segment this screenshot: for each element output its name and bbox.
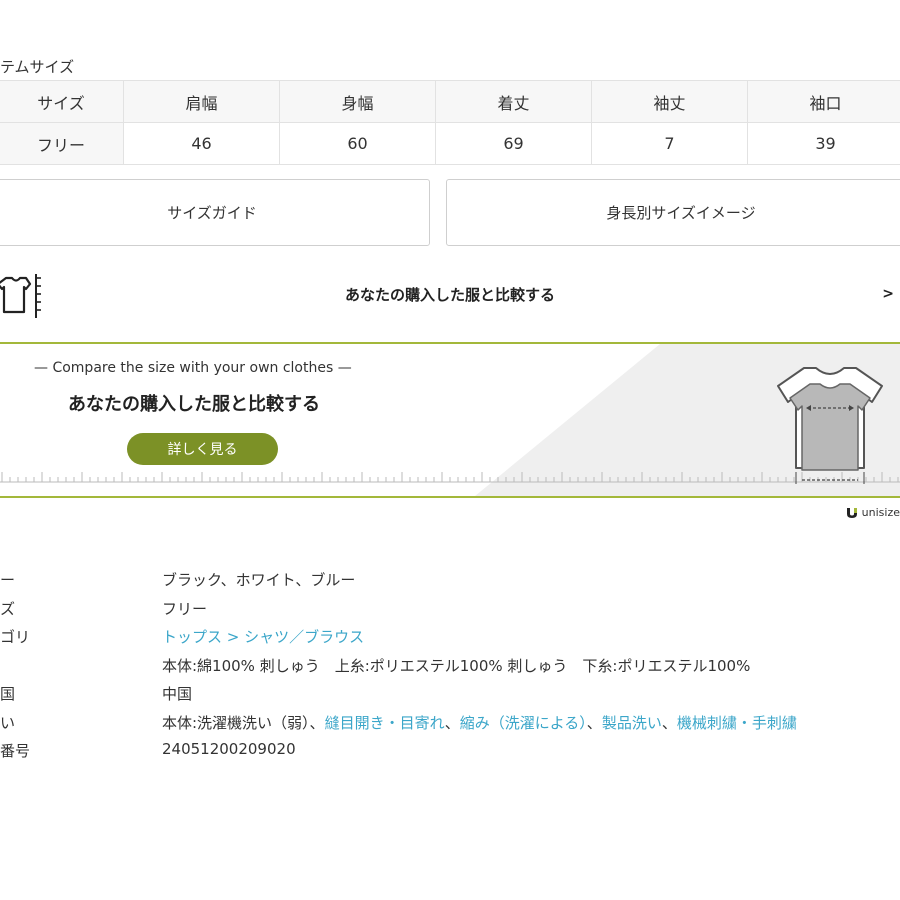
spec-value: トップス > シャツ／ブラウス bbox=[162, 626, 364, 647]
unisize-brand: unisize bbox=[846, 506, 900, 519]
spec-value: 本体:洗濯機洗い（弱）、縫目開き・目寄れ、縮み（洗濯による）、製品洗い、機械刺繍… bbox=[162, 712, 797, 733]
size-value-cell: 60 bbox=[279, 122, 436, 165]
compare-clothes-link[interactable]: あなたの購入した服と比較する > bbox=[0, 262, 900, 326]
brand-name: unisize bbox=[861, 506, 900, 519]
size-header-cell: サイズ bbox=[0, 80, 124, 123]
ruler-scale bbox=[0, 472, 900, 483]
spec-key: ー bbox=[0, 571, 16, 589]
care-link-seam[interactable]: 縫目開き・目寄れ bbox=[325, 714, 445, 732]
size-header-cell: 袖丈 bbox=[591, 80, 748, 123]
size-value-cell: 7 bbox=[591, 122, 748, 165]
care-separator: 、 bbox=[661, 714, 677, 732]
size-table-header-row: サイズ 肩幅 身幅 着丈 袖丈 袖口 bbox=[0, 80, 900, 123]
spec-key: ズ bbox=[0, 600, 16, 618]
care-link-embroidery[interactable]: 機械刺繍・手刺繍 bbox=[677, 714, 797, 732]
size-value-cell: フリー bbox=[0, 122, 124, 165]
spec-value: 中国 bbox=[162, 685, 193, 703]
view-details-button[interactable]: 詳しく見る bbox=[127, 433, 278, 465]
size-value-cell: 69 bbox=[435, 122, 592, 165]
spec-key: ゴリ bbox=[0, 628, 31, 646]
care-link-shrink[interactable]: 縮み（洗濯による） bbox=[460, 714, 587, 732]
care-separator: 、 bbox=[444, 714, 460, 732]
category-separator: > bbox=[222, 628, 245, 646]
care-separator: 、 bbox=[586, 714, 602, 732]
compare-clothes-label: あなたの購入した服と比較する bbox=[344, 286, 555, 304]
compare-size-banner[interactable]: — Compare the size with your own clothes… bbox=[0, 342, 900, 498]
chevron-right-icon: > bbox=[882, 286, 894, 302]
spec-key: い bbox=[0, 714, 16, 732]
care-text: 本体:洗濯機洗い（弱）、 bbox=[162, 714, 325, 732]
spec-value: ブラック、ホワイト、ブルー bbox=[162, 571, 356, 589]
size-table-row: フリー 46 60 69 7 39 bbox=[0, 122, 900, 165]
size-header-cell: 着丈 bbox=[435, 80, 592, 123]
size-header-cell: 肩幅 bbox=[123, 80, 280, 123]
spec-value: フリー bbox=[162, 600, 208, 618]
size-header-cell: 袖口 bbox=[747, 80, 900, 123]
size-value-cell: 39 bbox=[747, 122, 900, 165]
care-link-product-wash[interactable]: 製品洗い bbox=[602, 714, 662, 732]
section-title: テムサイズ bbox=[0, 58, 75, 76]
size-table: サイズ 肩幅 身幅 着丈 袖丈 袖口 フリー 46 60 69 7 39 bbox=[0, 80, 900, 165]
spec-value: 24051200209020 bbox=[162, 740, 296, 758]
category-link-shirts[interactable]: シャツ／ブラウス bbox=[244, 628, 364, 646]
height-size-image-button[interactable]: 身長別サイズイメージ bbox=[446, 179, 900, 246]
banner-japanese-title: あなたの購入した服と比較する bbox=[68, 394, 320, 415]
spec-key: 番号 bbox=[0, 742, 31, 760]
banner-english-text: — Compare the size with your own clothes… bbox=[34, 360, 352, 376]
shirt-compare-illustration bbox=[777, 367, 883, 484]
unisize-logo-icon bbox=[846, 507, 857, 518]
size-header-cell: 身幅 bbox=[279, 80, 436, 123]
category-link-tops[interactable]: トップス bbox=[162, 628, 222, 646]
size-value-cell: 46 bbox=[123, 122, 280, 165]
spec-key: 国 bbox=[0, 685, 16, 703]
spec-value: 本体:綿100% 刺しゅう 上糸:ポリエステル100% 刺しゅう 下糸:ポリエス… bbox=[162, 657, 751, 675]
size-guide-button[interactable]: サイズガイド bbox=[0, 179, 430, 246]
